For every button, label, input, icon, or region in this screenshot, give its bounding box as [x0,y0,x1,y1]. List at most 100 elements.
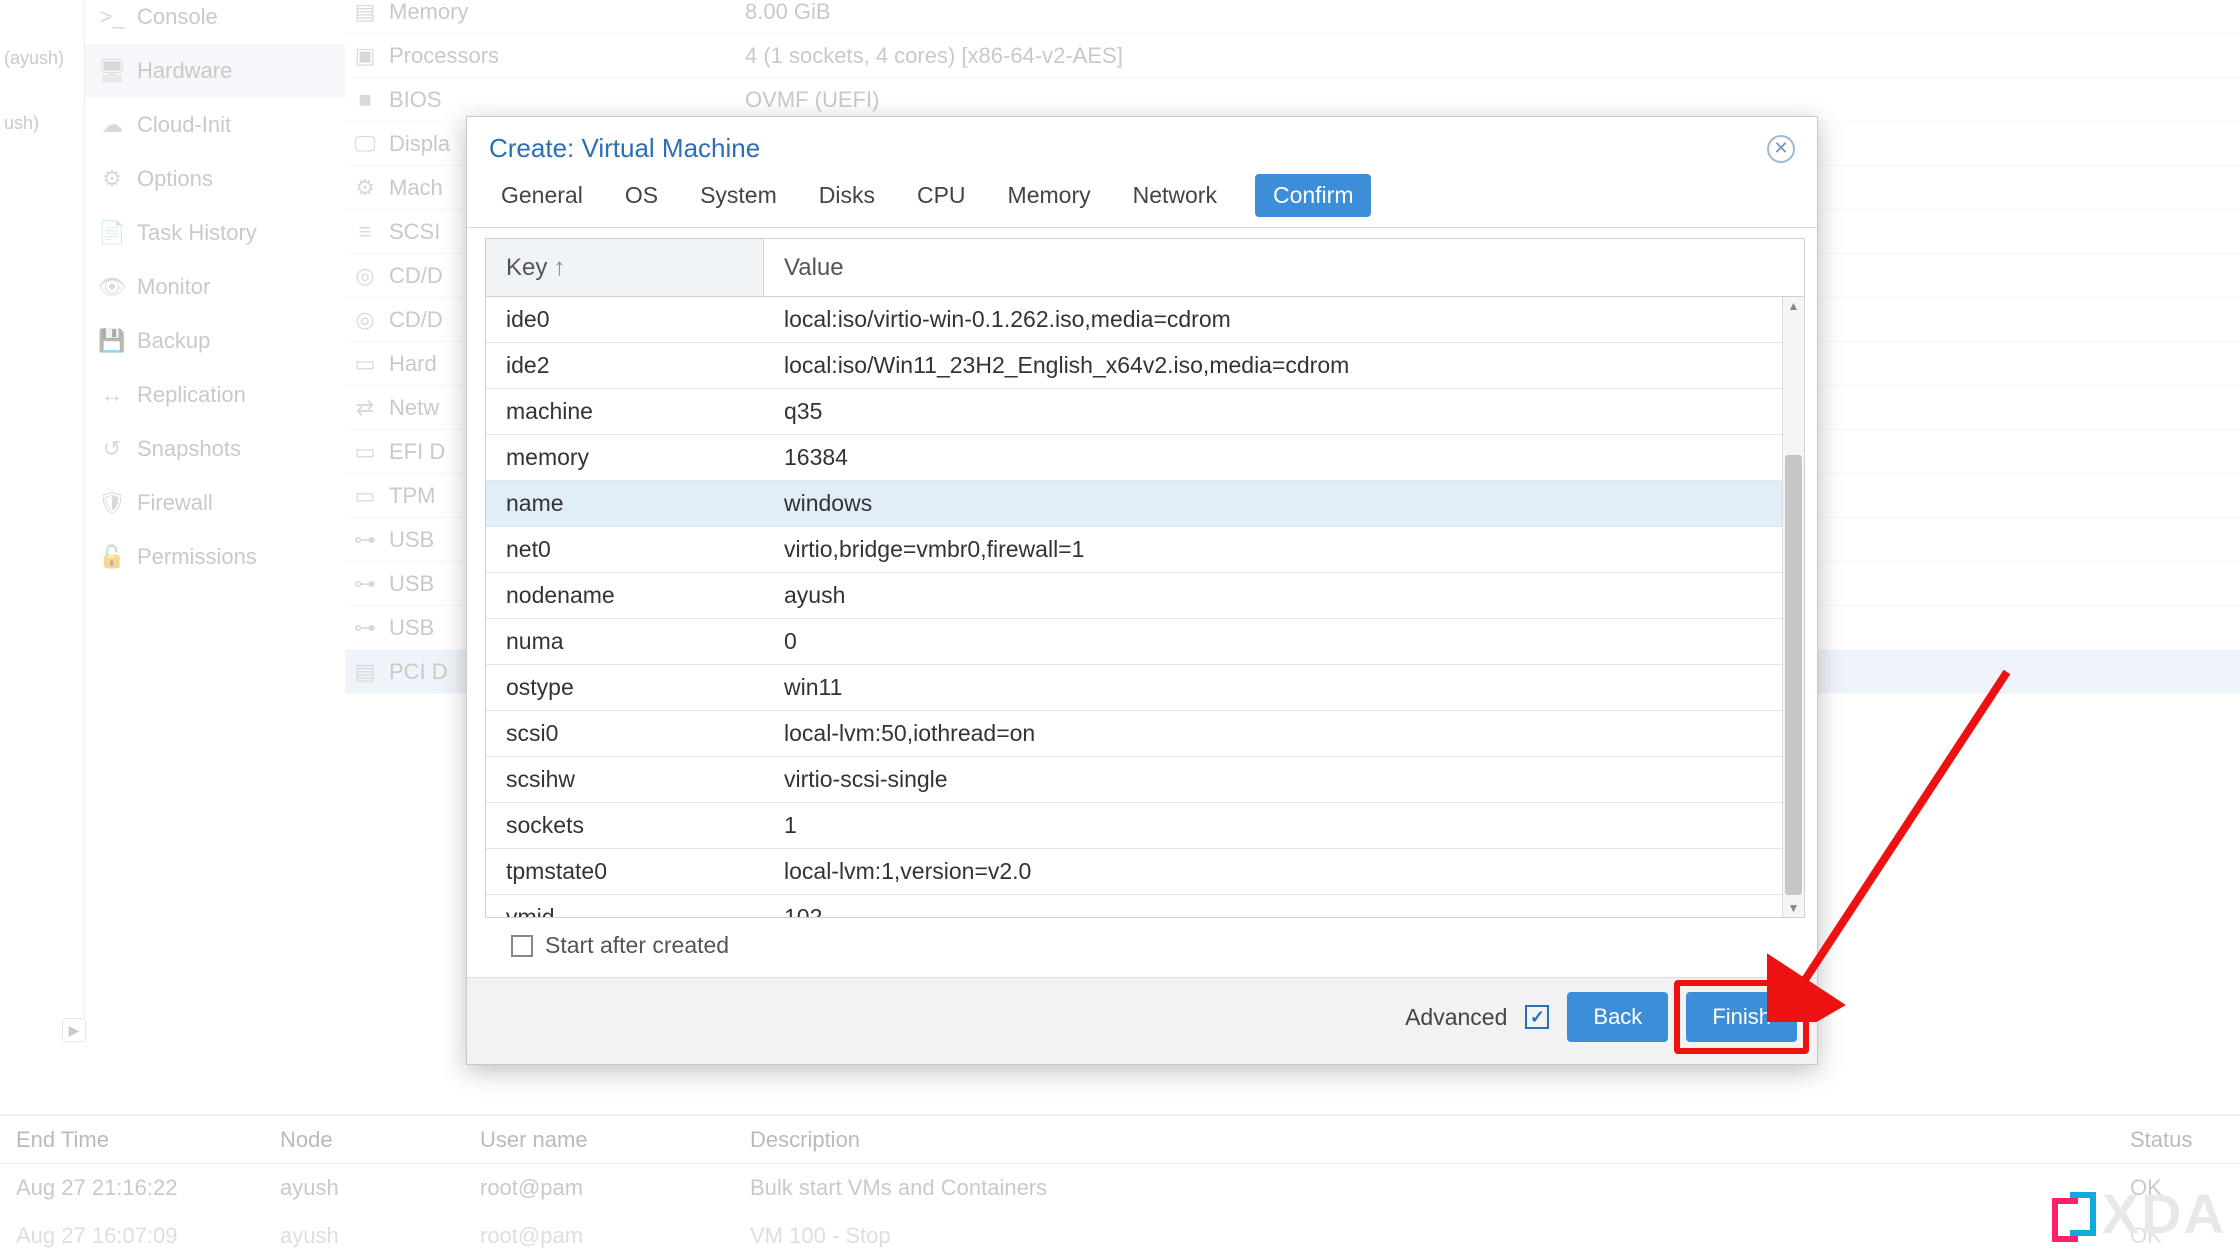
shield-icon: 🛡 [101,490,123,516]
cell-value: local:iso/Win11_23H2_English_x64v2.iso,m… [764,352,1804,379]
grid-row[interactable]: ostypewin11 [486,665,1804,711]
hw-icon: ▣ [345,43,385,69]
grid-row[interactable]: memory16384 [486,435,1804,481]
tab-confirm[interactable]: Confirm [1255,174,1372,217]
save-icon: 💾 [101,328,123,354]
hw-icon: ▭ [345,439,385,465]
tab-system[interactable]: System [696,174,781,217]
cell-key: ostype [486,674,764,701]
tab-cpu[interactable]: CPU [913,174,970,217]
col-key[interactable]: Key ↑ [486,239,764,296]
task-row[interactable]: Aug 27 21:16:22 ayush root@pam Bulk star… [0,1164,2240,1212]
history-icon: ↺ [101,436,123,462]
grid-body[interactable]: ide0local:iso/virtio-win-0.1.262.iso,med… [486,297,1804,917]
grid-row[interactable]: vmid102 [486,895,1804,917]
menu-firewall[interactable]: 🛡Firewall [85,476,345,530]
hw-icon: ▤ [345,0,385,25]
cell-key: nodename [486,582,764,609]
back-button[interactable]: Back [1567,992,1668,1042]
hw-icon: ◎ [345,307,385,333]
cell-value: 0 [764,628,1804,655]
cell-value: virtio-scsi-single [764,766,1804,793]
cell-value: q35 [764,398,1804,425]
expand-chevron-icon[interactable]: ▶ [62,1018,86,1042]
create-vm-dialog: Create: Virtual Machine ✕ General OS Syste… [466,116,1818,1065]
watermark: XDA [2052,1181,2226,1246]
grid-row[interactable]: namewindows [486,481,1804,527]
grid-row[interactable]: scsi0local-lvm:50,iothread=on [486,711,1804,757]
cell-key: ide2 [486,352,764,379]
hw-row[interactable]: ▣ Processors 4 (1 sockets, 4 cores) [x86… [345,34,2240,78]
grid-row[interactable]: ide0local:iso/virtio-win-0.1.262.iso,med… [486,297,1804,343]
scrollbar[interactable]: ▲ ▼ [1782,297,1804,917]
menu-console[interactable]: >_Console [85,0,345,44]
gear-icon: ⚙ [101,166,123,192]
menu-taskhist[interactable]: 📄Task History [85,206,345,260]
dialog-tabs: General OS System Disks CPU Memory Network Conf… [467,174,1817,228]
tab-disks[interactable]: Disks [815,174,879,217]
dialog-title: Create: Virtual Machine [489,133,760,164]
menu-options[interactable]: ⚙Options [85,152,345,206]
grid-row[interactable]: machineq35 [486,389,1804,435]
cell-key: ide0 [486,306,764,333]
grid-row[interactable]: ide2local:iso/Win11_23H2_English_x64v2.i… [486,343,1804,389]
dialog-footer: Advanced ✓ Back Finish [467,977,1817,1064]
scroll-thumb[interactable] [1785,455,1802,895]
terminal-icon: >_ [101,4,123,30]
grid-row[interactable]: tpmstate0local-lvm:1,version=v2.0 [486,849,1804,895]
scroll-down-icon[interactable]: ▼ [1783,899,1804,917]
hw-icon: ■ [345,87,385,113]
cell-key: memory [486,444,764,471]
advanced-label: Advanced [1405,1004,1507,1031]
task-log: End Time Node User name Description Stat… [0,1114,2240,1260]
menu-monitor[interactable]: 👁Monitor [85,260,345,314]
hw-row[interactable]: ▤ Memory 8.00 GiB [345,0,2240,34]
task-row[interactable]: Aug 27 16:07:09 ayush root@pam VM 100 - … [0,1212,2240,1260]
col-value[interactable]: Value [764,254,1804,282]
menu-permissions[interactable]: 🔓Permissions [85,530,345,584]
hw-icon: ⇄ [345,395,385,421]
tab-general[interactable]: General [497,174,587,217]
unlock-icon: 🔓 [101,544,123,570]
vm-side-menu: >_Console 🖥Hardware ☁Cloud-Init ⚙Options… [85,0,345,584]
menu-replication[interactable]: ↔Replication [85,368,345,422]
cell-value: ayush [764,582,1804,609]
checkbox-icon[interactable] [511,935,533,957]
close-icon[interactable]: ✕ [1767,135,1795,163]
advanced-checkbox[interactable]: ✓ [1525,1005,1549,1029]
cell-value: local-lvm:1,version=v2.0 [764,858,1804,885]
tab-network[interactable]: Network [1129,174,1221,217]
eye-icon: 👁 [101,274,123,300]
grid-row[interactable]: numa0 [486,619,1804,665]
cell-value: 1 [764,812,1804,839]
grid-row[interactable]: scsihwvirtio-scsi-single [486,757,1804,803]
menu-hardware[interactable]: 🖥Hardware [85,44,345,98]
cell-key: tpmstate0 [486,858,764,885]
cell-value: local-lvm:50,iothread=on [764,720,1804,747]
tab-memory[interactable]: Memory [1004,174,1095,217]
sort-asc-icon: ↑ [553,254,565,282]
cell-key: machine [486,398,764,425]
cell-value: win11 [764,674,1804,701]
tab-os[interactable]: OS [621,174,662,217]
grid-row[interactable]: net0virtio,bridge=vmbr0,firewall=1 [486,527,1804,573]
menu-cloudinit[interactable]: ☁Cloud-Init [85,98,345,152]
cell-value: virtio,bridge=vmbr0,firewall=1 [764,536,1804,563]
hw-icon: ◎ [345,263,385,289]
start-after-created[interactable]: Start after created [485,918,1805,973]
cloud-icon: ☁ [101,112,123,138]
task-header: End Time Node User name Description Stat… [0,1116,2240,1164]
cell-value: windows [764,490,1804,517]
scroll-up-icon[interactable]: ▲ [1783,297,1804,315]
grid-row[interactable]: sockets1 [486,803,1804,849]
menu-backup[interactable]: 💾Backup [85,314,345,368]
list-icon: 📄 [101,220,123,246]
menu-snapshots[interactable]: ↺Snapshots [85,422,345,476]
grid-row[interactable]: nodenameayush [486,573,1804,619]
hw-icon: ▭ [345,483,385,509]
finish-button[interactable]: Finish [1686,992,1797,1042]
hw-icon: ⚙ [345,175,385,201]
cell-key: scsihw [486,766,764,793]
grid-header: Key ↑ Value [486,239,1804,297]
hw-icon: ⊶ [345,527,385,553]
